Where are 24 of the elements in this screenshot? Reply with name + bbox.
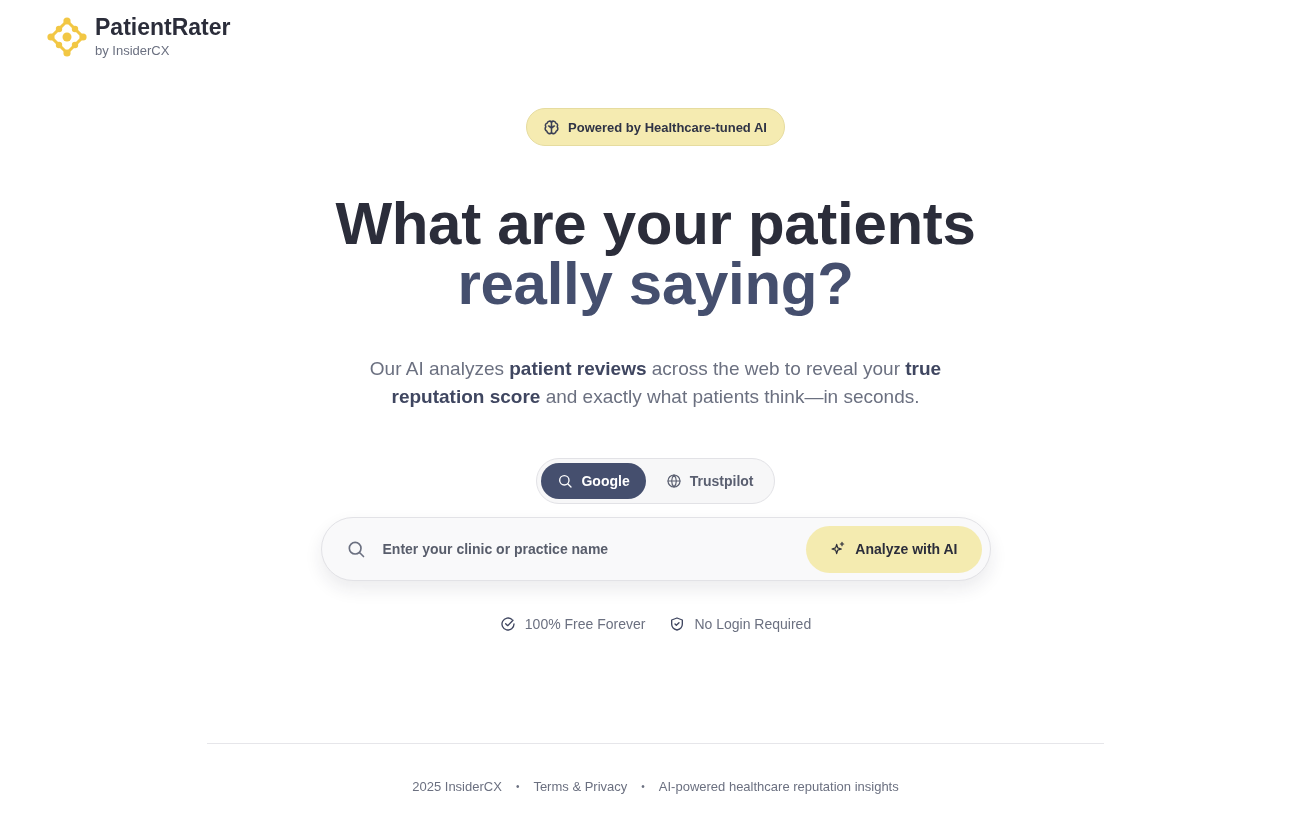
bullet-separator: • — [641, 780, 645, 794]
feature-label: 100% Free Forever — [524, 615, 646, 634]
bullet-separator: • — [515, 780, 520, 794]
analyze-button[interactable]: Analyze with AI — [806, 525, 982, 573]
check-circle-icon — [499, 616, 516, 632]
source-tab[interactable]: Trustpilot — [649, 463, 770, 499]
logo-icon — [47, 16, 87, 57]
search-field[interactable]: Enter your clinic or practice name — [380, 533, 807, 565]
brand-byline: by InsiderCX — [95, 42, 171, 59]
globe-icon — [665, 473, 682, 489]
brain-icon — [544, 119, 560, 135]
search-bar[interactable]: Enter your clinic or practice name Analyze with AI — [320, 517, 991, 581]
badge-label: Powered by Healthcare-tuned AI — [568, 119, 767, 135]
shield-check-icon — [669, 616, 686, 632]
footer-text: AI-powered healthcare reputation insights — [658, 778, 899, 796]
brand-name: PatientRater — [95, 14, 231, 40]
feature-label: No Login Required — [694, 615, 812, 634]
search-icon — [557, 473, 574, 489]
terms-link[interactable]: Terms & Privacy — [533, 777, 628, 797]
headline: What are your patients — [335, 194, 976, 254]
sparkle-icon — [830, 541, 847, 557]
footer-text: 2025 InsiderCX — [412, 778, 502, 796]
subtitle: Our AI analyzes patient reviews across the web to reveal your true reputation score and exactly what patients think—in seconds. — [368, 357, 943, 409]
source-tab[interactable]: Google — [541, 463, 646, 499]
